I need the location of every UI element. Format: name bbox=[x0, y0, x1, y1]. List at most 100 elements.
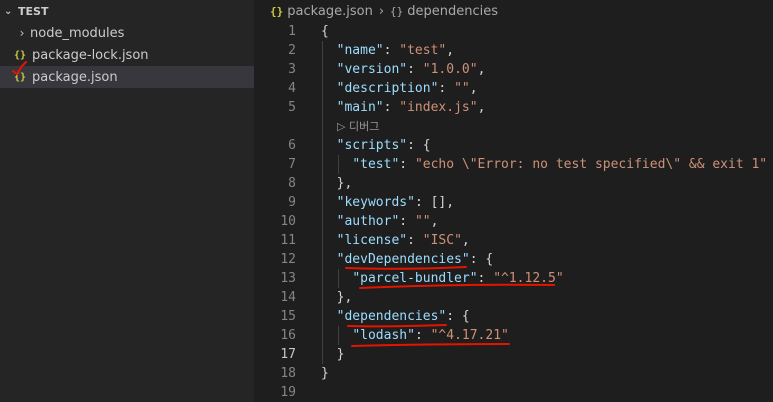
json-string: "index.js" bbox=[399, 100, 478, 115]
explorer-sidebar: ⌄ TEST › node_modules {} package-lock.js… bbox=[0, 0, 254, 402]
code-text: "version": "1.0.0", bbox=[321, 60, 486, 79]
json-punctuation: : bbox=[407, 233, 423, 248]
json-punctuation: : bbox=[399, 214, 415, 229]
code-line[interactable]: 17 } bbox=[254, 345, 773, 364]
json-key: "description" bbox=[336, 81, 439, 96]
json-braces-icon: {} bbox=[14, 49, 27, 61]
code-text: "devDependencies": { bbox=[321, 250, 494, 269]
json-string: "test" bbox=[399, 43, 447, 58]
json-punctuation bbox=[321, 309, 337, 324]
explorer-section-title: TEST bbox=[18, 4, 49, 18]
json-key: "parcel-bundler" bbox=[352, 271, 478, 286]
json-key: "main" bbox=[336, 100, 384, 115]
json-punctuation: , bbox=[477, 62, 486, 77]
json-punctuation: { bbox=[321, 24, 329, 39]
line-number: 14 bbox=[280, 290, 296, 305]
code-line[interactable]: 10 "author": "", bbox=[254, 212, 773, 231]
breadcrumb-file[interactable]: package.json bbox=[287, 4, 373, 19]
code-line[interactable]: 12 "devDependencies": { bbox=[254, 250, 773, 269]
line-number: 16 bbox=[280, 328, 296, 343]
json-punctuation bbox=[321, 43, 337, 58]
json-key: "name" bbox=[336, 43, 384, 58]
line-number: 15 bbox=[280, 309, 296, 324]
line-number: 6 bbox=[288, 138, 296, 153]
json-punctuation bbox=[321, 214, 337, 229]
code-text: }, bbox=[321, 174, 353, 193]
line-number: 9 bbox=[288, 195, 296, 210]
line-number: 13 bbox=[280, 271, 296, 286]
json-string: "^1.12.5" bbox=[493, 271, 564, 286]
line-number: 19 bbox=[280, 385, 296, 400]
json-punctuation: , bbox=[477, 100, 486, 115]
tree-item-label: package.json bbox=[32, 69, 118, 85]
json-punctuation: : { bbox=[407, 138, 431, 153]
code-text: } bbox=[321, 345, 345, 364]
explorer-section-header[interactable]: ⌄ TEST bbox=[0, 0, 254, 22]
json-punctuation bbox=[321, 271, 352, 286]
json-punctuation bbox=[321, 233, 337, 248]
line-number: 3 bbox=[288, 62, 296, 77]
code-line[interactable]: 7 "test": "echo \"Error: no test specifi… bbox=[254, 155, 773, 174]
tree-item-node-modules[interactable]: › node_modules bbox=[0, 22, 254, 44]
code-line[interactable]: 15 "dependencies": { bbox=[254, 307, 773, 326]
code-line[interactable]: 6 "scripts": { bbox=[254, 136, 773, 155]
json-punctuation: , bbox=[461, 233, 470, 248]
json-punctuation: } bbox=[321, 366, 329, 381]
json-punctuation: }, bbox=[321, 290, 353, 305]
code-text: "test": "echo \"Error: no test specified… bbox=[321, 155, 767, 174]
code-text: } bbox=[321, 364, 329, 383]
line-number: 2 bbox=[288, 43, 296, 58]
code-text: "main": "index.js", bbox=[321, 98, 486, 117]
chevron-down-icon: ⌄ bbox=[4, 5, 13, 17]
line-number: 12 bbox=[280, 252, 296, 267]
code-line[interactable]: 1{ bbox=[254, 22, 773, 41]
code-line[interactable]: 14 }, bbox=[254, 288, 773, 307]
tree-item-label: node_modules bbox=[30, 25, 125, 41]
json-string: "ISC" bbox=[422, 233, 462, 248]
tree-item-package-json[interactable]: {} package.json bbox=[0, 66, 254, 88]
json-key: "devDependencies" bbox=[336, 252, 470, 267]
json-punctuation: : bbox=[477, 271, 494, 286]
json-punctuation: , bbox=[446, 43, 455, 58]
code-line[interactable]: 11 "license": "ISC", bbox=[254, 231, 773, 250]
json-braces-icon: {} bbox=[270, 4, 284, 18]
json-string: "" bbox=[454, 81, 470, 96]
line-number: 1 bbox=[288, 24, 296, 39]
line-number: 11 bbox=[280, 233, 296, 248]
code-text: "parcel-bundler": "^1.12.5" bbox=[321, 269, 564, 288]
json-punctuation bbox=[321, 252, 337, 267]
json-punctuation: } bbox=[321, 347, 345, 362]
code-text: "description": "", bbox=[321, 79, 478, 98]
breadcrumb-symbol[interactable]: dependencies bbox=[407, 4, 498, 19]
tree-item-package-lock[interactable]: {} package-lock.json bbox=[0, 44, 254, 66]
chevron-right-icon: › bbox=[19, 26, 25, 40]
debug-codelens[interactable]: ▷ 디버그 bbox=[337, 117, 379, 136]
code-line[interactable]: 4 "description": "", bbox=[254, 79, 773, 98]
line-number: 8 bbox=[288, 176, 296, 191]
code-line[interactable]: 9 "keywords": [], bbox=[254, 193, 773, 212]
line-number: 4 bbox=[288, 81, 296, 96]
code-line[interactable]: 13 "parcel-bundler": "^1.12.5" bbox=[254, 269, 773, 288]
json-braces-icon: {} bbox=[14, 71, 27, 83]
code-line[interactable]: 16 "lodash": "^4.17.21" bbox=[254, 326, 773, 345]
code-text: "dependencies": { bbox=[321, 307, 470, 326]
json-string: "" bbox=[414, 214, 431, 229]
json-key: "scripts" bbox=[336, 138, 408, 153]
code-line[interactable]: 18} bbox=[254, 364, 773, 383]
code-line[interactable]: 19 bbox=[254, 383, 773, 402]
json-punctuation bbox=[321, 62, 337, 77]
json-punctuation: : bbox=[438, 81, 455, 96]
object-icon: {} bbox=[390, 4, 404, 18]
code-line[interactable]: 3 "version": "1.0.0", bbox=[254, 60, 773, 79]
code-line[interactable]: 5 "main": "index.js", bbox=[254, 98, 773, 117]
json-punctuation: : { bbox=[469, 252, 494, 267]
code-text: "keywords": [], bbox=[321, 193, 454, 212]
indent-guide bbox=[338, 269, 339, 288]
editor-pane[interactable]: {} package.json › {} dependencies 1{2 "n… bbox=[254, 0, 773, 402]
line-number: 5 bbox=[288, 100, 296, 115]
code-line[interactable]: 2 "name": "test", bbox=[254, 41, 773, 60]
json-key: "author" bbox=[336, 214, 400, 229]
json-punctuation: , bbox=[469, 81, 478, 96]
json-punctuation bbox=[321, 81, 337, 96]
code-line[interactable]: 8 }, bbox=[254, 174, 773, 193]
